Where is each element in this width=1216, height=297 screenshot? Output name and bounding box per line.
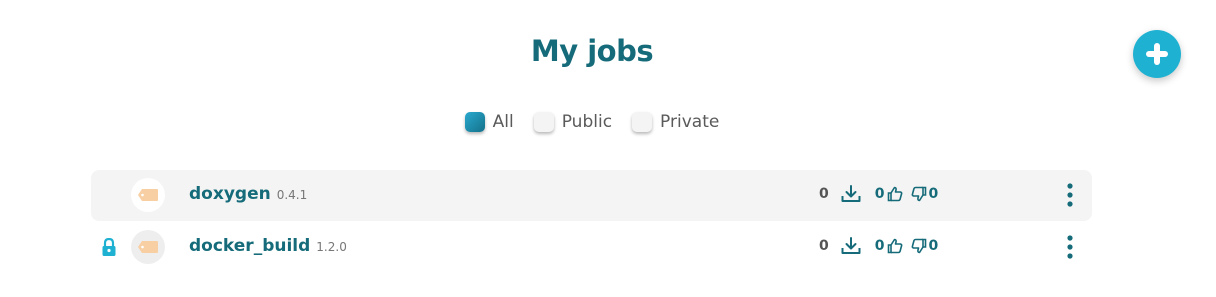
job-name[interactable]: docker_build 1.2.0 [189, 236, 347, 256]
filter-all[interactable]: All [464, 112, 514, 132]
job-name[interactable]: doxygen 0.4.1 [189, 184, 307, 204]
filter-public-label: Public [561, 112, 613, 132]
visibility-filter: All Public Private [0, 112, 1184, 132]
job-row[interactable]: docker_build 1.2.0 0 0 0 [91, 222, 1092, 273]
job-name-text: doxygen [189, 184, 271, 204]
job-avatar [131, 178, 165, 212]
page: My jobs All Public Private doxygen 0.4.1… [0, 0, 1216, 297]
job-stats: 0 0 0 [819, 237, 938, 255]
filter-public-checkbox[interactable] [533, 112, 554, 132]
job-avatar [131, 230, 165, 264]
job-row[interactable]: doxygen 0.4.1 0 0 0 [91, 170, 1092, 221]
filter-all-label: All [492, 112, 514, 132]
dislike-count: 0 [928, 238, 939, 254]
tag-icon [138, 241, 158, 253]
kebab-menu-icon [1067, 183, 1073, 207]
job-stats: 0 0 0 [819, 185, 938, 203]
filter-private[interactable]: Private [632, 112, 719, 132]
job-version: 1.2.0 [316, 240, 347, 254]
plus-icon [1146, 43, 1168, 65]
job-version: 0.4.1 [276, 188, 308, 202]
thumbs-up-icon[interactable] [887, 186, 903, 202]
download-count: 0 [819, 186, 829, 202]
filter-private-checkbox[interactable] [632, 112, 653, 132]
download-count: 0 [819, 238, 829, 254]
thumbs-down-icon[interactable] [911, 238, 927, 254]
like-count: 0 [874, 238, 885, 254]
job-menu-button[interactable] [1063, 234, 1077, 260]
kebab-menu-icon [1067, 235, 1073, 259]
download-icon[interactable] [841, 237, 861, 255]
like-count: 0 [874, 186, 885, 202]
download-icon[interactable] [841, 185, 861, 203]
add-job-button[interactable] [1133, 30, 1181, 78]
dislike-count: 0 [928, 186, 939, 202]
job-menu-button[interactable] [1063, 182, 1077, 208]
filter-public[interactable]: Public [533, 112, 613, 132]
thumbs-down-icon[interactable] [911, 186, 927, 202]
filter-private-label: Private [660, 112, 720, 132]
job-name-text: docker_build [189, 236, 311, 256]
lock-icon [101, 237, 117, 261]
tag-icon [138, 189, 158, 201]
filter-all-checkbox[interactable] [464, 112, 485, 132]
page-title: My jobs [530, 34, 654, 68]
thumbs-up-icon[interactable] [887, 238, 903, 254]
